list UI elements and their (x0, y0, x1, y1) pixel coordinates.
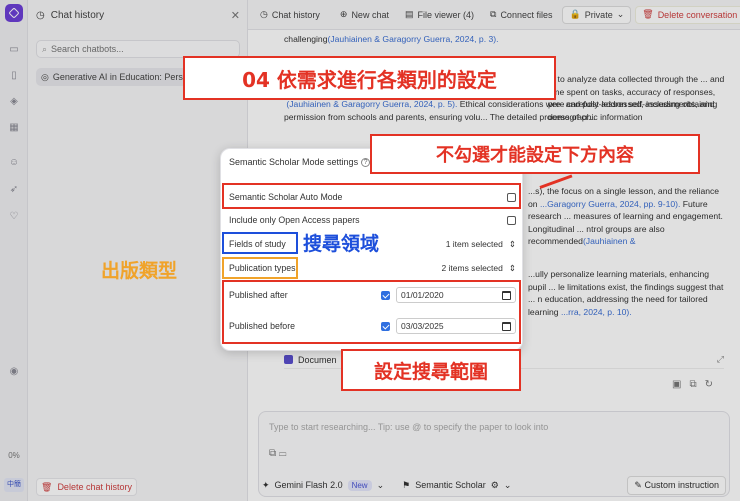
chevron-updown-icon: ⇕ (508, 262, 516, 273)
fields-of-study-select[interactable]: 1 item selected ⇕ (446, 239, 516, 250)
popup-title-text: Semantic Scholar Mode settings (229, 157, 359, 167)
open-access-label: Include only Open Access papers (229, 215, 360, 225)
publication-note: 出版類型 (101, 260, 178, 282)
fields-highlight (222, 232, 298, 254)
publication-types-value: 2 items selected (441, 263, 503, 273)
fields-of-study-value: 1 item selected (445, 239, 503, 249)
chevron-updown-icon: ⇕ (508, 238, 516, 249)
popup-title: Semantic Scholar Mode settings ? (229, 157, 371, 167)
help-icon[interactable]: ? (361, 157, 371, 167)
step-banner: 04 依需求進行各類別的設定 (183, 56, 556, 100)
range-note: 設定搜尋範圍 (341, 349, 521, 391)
date-range-highlight (222, 280, 521, 344)
uncheck-note: 不勾選才能設定下方內容 (370, 134, 700, 174)
open-access-row[interactable]: Include only Open Access papers (229, 210, 516, 230)
publication-highlight (222, 257, 298, 279)
publication-types-select[interactable]: 2 items selected ⇕ (441, 263, 516, 274)
auto-mode-highlight (222, 183, 521, 209)
fields-note: 搜尋領域 (303, 233, 380, 255)
open-access-checkbox[interactable] (507, 215, 516, 225)
